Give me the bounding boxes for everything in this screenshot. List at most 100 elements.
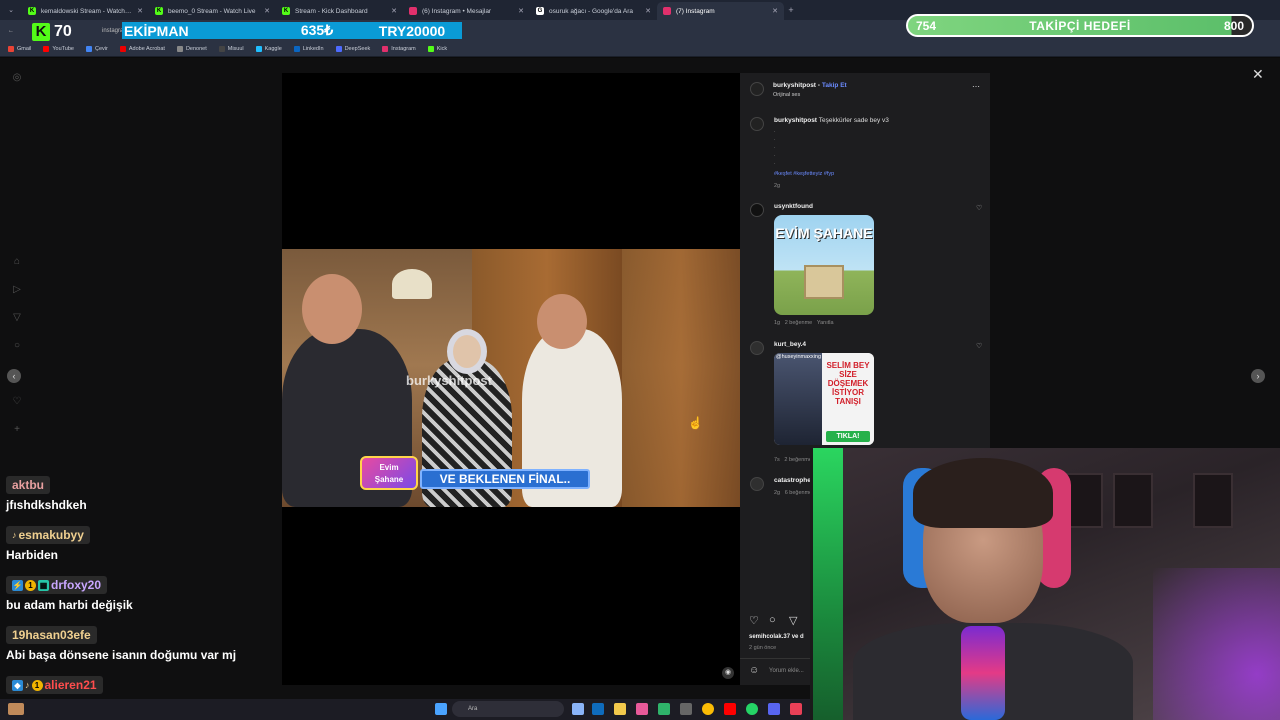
green-light	[813, 448, 843, 720]
chrome-icon[interactable]	[702, 703, 714, 715]
bookmark-translate[interactable]: Çevir	[86, 46, 108, 52]
comment-input[interactable]: Yorum ekle...	[769, 668, 804, 674]
avatar[interactable]	[750, 82, 764, 96]
follower-goal-bar: 754 TAKİPÇİ HEDEFİ 800	[906, 14, 1254, 37]
bookmark-adobe[interactable]: Adobe Acrobat	[119, 46, 165, 52]
chat-username: ⚡ 1 ▦ drfoxy20	[6, 576, 108, 594]
emoji-icon[interactable]: ☺	[749, 665, 759, 676]
close-icon[interactable]: ✕	[772, 7, 778, 15]
previous-post-icon[interactable]: ‹	[7, 369, 21, 383]
follow-button[interactable]: Takip Et	[822, 82, 847, 89]
bookmark-kaggle[interactable]: Kaggle	[255, 46, 282, 52]
copilot-icon[interactable]	[592, 703, 604, 715]
door-image	[622, 249, 740, 507]
liked-by[interactable]: semihcolak.37 ve d	[749, 634, 804, 640]
woman-head	[447, 329, 487, 374]
bookmark-linkedin[interactable]: LinkedIn	[293, 46, 324, 52]
close-icon[interactable]: ✕	[391, 7, 397, 15]
hashtags[interactable]: #keşfet #keşfetteyiz #fyp	[774, 171, 834, 177]
avatar[interactable]	[750, 117, 764, 131]
tab-instagram[interactable]: (7) Instagram ✕	[657, 2, 784, 20]
bookmark-misuul[interactable]: Misuul	[218, 46, 244, 52]
like-icon[interactable]: ♡	[749, 614, 759, 627]
like-comment-icon[interactable]: ♡	[976, 204, 982, 212]
comment-user[interactable]: kurt_bey.4	[774, 341, 806, 348]
bookmark-gmail[interactable]: Gmail	[8, 46, 31, 52]
home-icon[interactable]: ⌂	[11, 256, 23, 268]
app-icon[interactable]	[680, 703, 692, 715]
stream-chat: aktbu jfıshdkshdkeh ♪ esmakubyy Harbiden …	[0, 470, 282, 700]
start-icon[interactable]	[435, 703, 447, 715]
weather-icon[interactable]	[8, 703, 24, 715]
badge-icon: 1	[25, 579, 36, 591]
badge-icon: 1	[31, 679, 43, 691]
create-icon[interactable]: +	[11, 424, 23, 436]
tab-google-search[interactable]: Gosuruk ağacı - Google'da Ara ✕	[530, 2, 657, 20]
tab-kemaldowski[interactable]: Kkemaldowski Stream - Watch Live ✕	[22, 2, 149, 20]
more-options-icon[interactable]: ⋯	[972, 82, 980, 91]
discord-icon[interactable]	[768, 703, 780, 715]
bookmark-denonet[interactable]: Denonet	[176, 46, 207, 52]
close-icon[interactable]: ✕	[645, 7, 651, 15]
tab-beemo[interactable]: Kbeemo_0 Stream - Watch Live ✕	[149, 2, 276, 20]
instagram-icon	[409, 7, 417, 15]
comment-icon[interactable]: ○	[769, 614, 776, 626]
post-author[interactable]: burkyshitpost • Takip Et	[773, 82, 847, 89]
app-icon[interactable]	[572, 703, 584, 715]
close-icon[interactable]: ✕	[264, 7, 270, 15]
mute-icon[interactable]: ◉	[722, 667, 734, 679]
back-icon[interactable]: ←	[8, 28, 14, 34]
close-icon[interactable]: ✕	[137, 7, 143, 15]
tab-list-icon[interactable]: ⌄	[0, 6, 22, 14]
rgb-microphone	[961, 626, 1005, 720]
new-tab-icon[interactable]: +	[784, 5, 798, 15]
search-icon[interactable]: ○	[11, 340, 23, 352]
audio-label[interactable]: Orijinal ses	[773, 92, 800, 98]
close-icon[interactable]: ✕	[518, 7, 524, 15]
app-icon[interactable]	[636, 703, 648, 715]
close-icon[interactable]: ✕	[1252, 66, 1264, 83]
caption: burkyshitpost Teşekkürler sade bey v3	[774, 117, 889, 124]
explore-icon[interactable]: ▽	[11, 312, 23, 324]
share-icon[interactable]: ▽	[789, 614, 797, 627]
reels-icon[interactable]: ▷	[11, 284, 23, 296]
avatar[interactable]	[750, 477, 764, 491]
app-icon[interactable]	[790, 703, 802, 715]
taskbar-search[interactable]: Ara	[452, 701, 564, 717]
caption-dots: .....	[774, 128, 776, 166]
bookmark-deepseek[interactable]: DeepSeek	[335, 46, 370, 52]
comment-user[interactable]: catastrophe	[774, 477, 811, 484]
tab-kick-dashboard[interactable]: K Stream - Kick Dashboard ✕	[276, 2, 403, 20]
notifications-icon[interactable]: ♡	[11, 396, 23, 408]
bookmark-instagram[interactable]: Instagram	[382, 46, 416, 52]
next-post-icon[interactable]: ›	[1251, 369, 1265, 383]
kick-icon: K	[282, 7, 290, 15]
hand-cursor-icon: ☝	[688, 416, 703, 430]
kick-icon: K	[155, 7, 163, 15]
lamp-image	[392, 269, 432, 299]
like-comment-icon[interactable]: ♡	[976, 342, 982, 350]
chat-text: bu adam harbi değişik	[6, 598, 133, 612]
kick-icon: K	[28, 7, 36, 15]
bookmark-kick[interactable]: Kick	[427, 46, 447, 52]
comment-meta: 7s 2 beğenme	[774, 457, 812, 463]
bookmark-youtube[interactable]: YouTube	[43, 46, 74, 52]
wall-frame	[1193, 473, 1233, 528]
instagram-logo-icon[interactable]: ◎	[11, 72, 23, 84]
purple-light	[1153, 568, 1280, 720]
music-badge-icon: ♪	[12, 530, 17, 540]
ekipman-goal-bar: EKİPMAN 635₺ TRY20000	[122, 22, 462, 39]
chat-username: 19hasan03efe	[6, 626, 97, 644]
file-explorer-icon[interactable]	[614, 703, 626, 715]
whatsapp-icon[interactable]	[746, 703, 758, 715]
avatar[interactable]	[750, 203, 764, 217]
app-icon[interactable]	[658, 703, 670, 715]
instagram-sidebar: ◎ ⌂ ▷ ▽ ○ ♡ +	[0, 58, 36, 468]
reel-video-player[interactable]: burkyshitpost Evim Şahane VE BEKLENEN FİN…	[282, 73, 740, 685]
tab-instagram-messages[interactable]: (6) Instagram • Mesajlar ✕	[403, 2, 530, 20]
youtube-icon[interactable]	[724, 703, 736, 715]
comment-meta: 1g 2 beğenme Yanıtla	[774, 320, 834, 326]
avatar[interactable]	[750, 341, 764, 355]
comment-user[interactable]: usynktfound	[774, 203, 813, 210]
comment-sticker: EVİM ŞAHANE	[774, 215, 874, 315]
